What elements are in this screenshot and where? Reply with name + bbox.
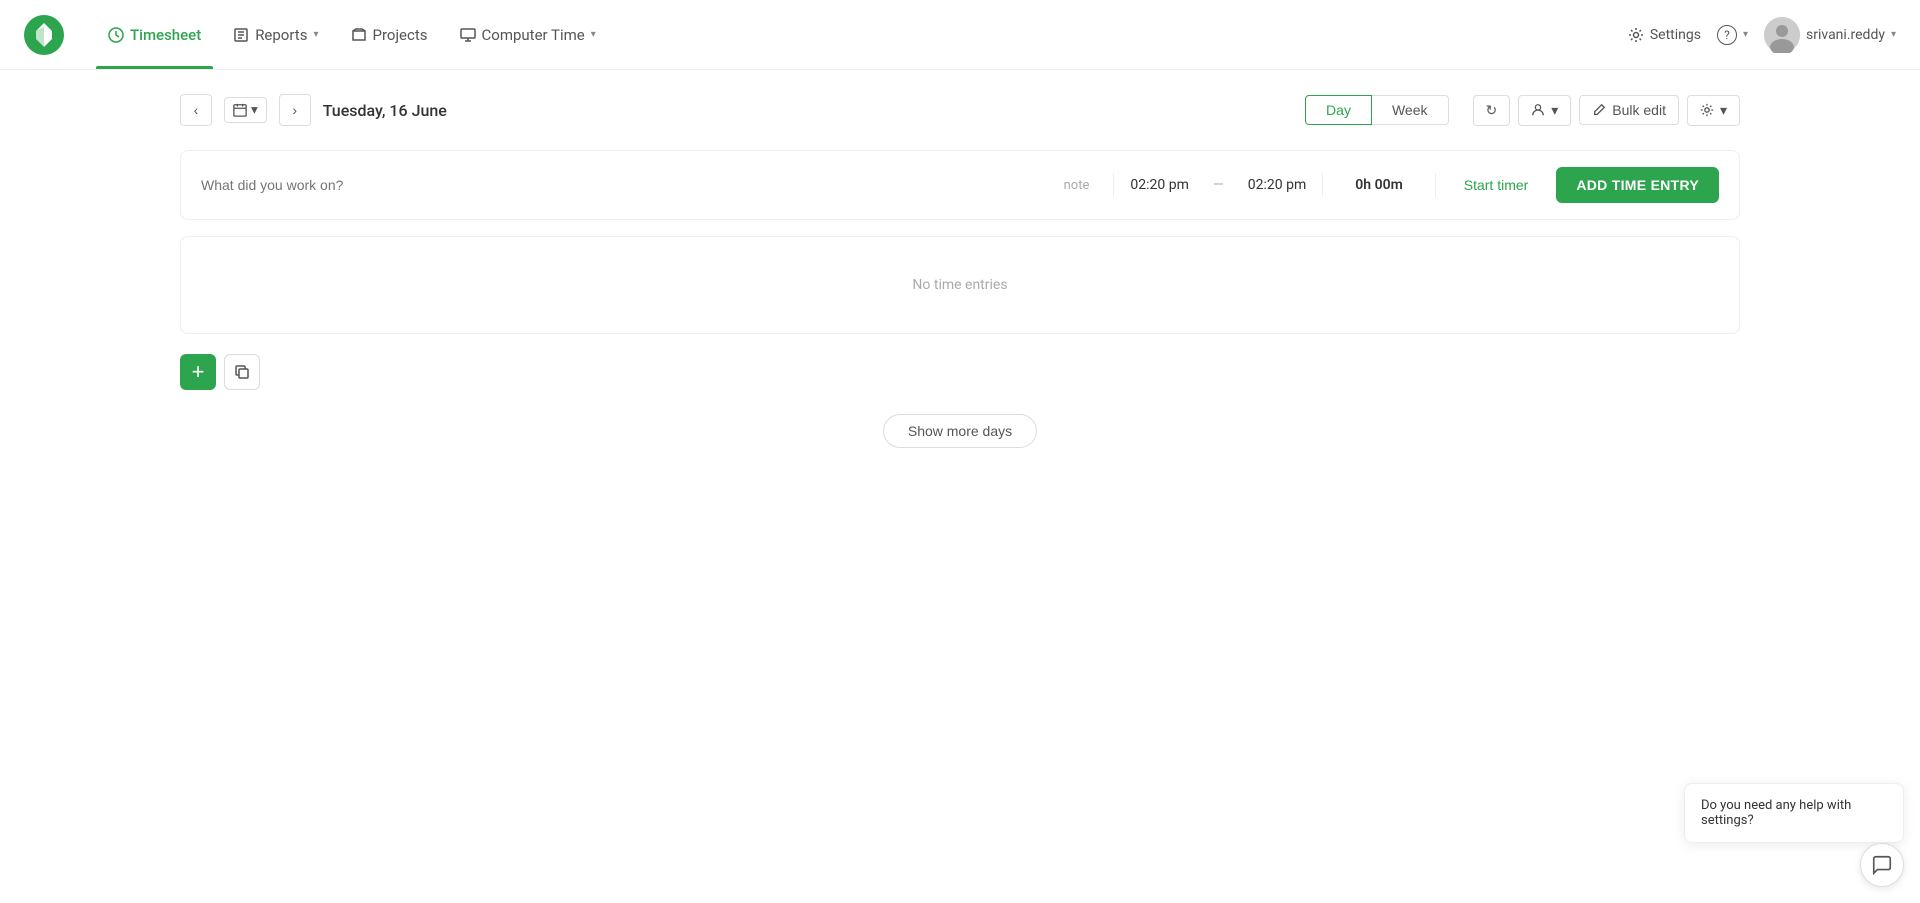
- calendar-icon: [233, 103, 247, 117]
- edit-icon: [1592, 103, 1606, 117]
- plus-icon: +: [192, 359, 205, 385]
- logo[interactable]: [24, 15, 64, 55]
- main-nav: Timesheet Reports ▾ Projects Computer Ti…: [0, 0, 1920, 70]
- help-icon: ?: [1717, 25, 1737, 45]
- clock-icon: [108, 27, 124, 43]
- nav-reports-label: Reports: [255, 26, 307, 44]
- no-entries-box: No time entries: [180, 236, 1740, 334]
- reports-chevron: ▾: [313, 29, 318, 40]
- nav-timesheet[interactable]: Timesheet: [96, 0, 213, 69]
- nav-timesheet-label: Timesheet: [130, 26, 201, 44]
- bulk-edit-button[interactable]: Bulk edit: [1579, 95, 1679, 125]
- time-separator: —: [1213, 177, 1224, 193]
- username-label: srivani.reddy: [1806, 27, 1885, 43]
- gear-icon: [1628, 27, 1644, 43]
- person-chevron: ▾: [1551, 102, 1558, 119]
- avatar: [1764, 17, 1800, 53]
- gear-small-icon: [1700, 103, 1714, 117]
- copy-button[interactable]: [224, 354, 260, 390]
- person-filter-button[interactable]: ▾: [1518, 95, 1571, 126]
- day-view-button[interactable]: Day: [1305, 95, 1372, 125]
- user-menu-item[interactable]: srivani.reddy ▾: [1764, 17, 1896, 53]
- person-icon: [1531, 103, 1545, 117]
- chat-bubble-text: Do you need any help with settings?: [1701, 798, 1851, 828]
- start-timer-button[interactable]: Start timer: [1452, 171, 1541, 199]
- divider-2: [1322, 173, 1323, 197]
- refresh-button[interactable]: ↻: [1473, 95, 1511, 126]
- divider-1: [1113, 173, 1114, 197]
- divider-3: [1435, 173, 1436, 197]
- refresh-icon: ↻: [1486, 102, 1498, 119]
- settings-gear-button[interactable]: ▾: [1687, 95, 1740, 126]
- toolbar-buttons: ↻ ▾ Bulk edit ▾: [1473, 95, 1741, 126]
- nav-computer-time[interactable]: Computer Time ▾: [448, 0, 608, 69]
- help-menu-item[interactable]: ? ▾: [1717, 25, 1748, 45]
- computer-time-chevron: ▾: [591, 29, 596, 40]
- prev-day-button[interactable]: ‹: [180, 94, 212, 126]
- user-chevron: ▾: [1891, 29, 1896, 40]
- action-buttons: +: [180, 354, 1740, 390]
- time-entry-input-row: note 02:20 pm — 02:20 pm 0h 00m Start ti…: [180, 150, 1740, 220]
- note-label: note: [1064, 178, 1090, 193]
- settings-chevron: ▾: [1720, 102, 1727, 119]
- chat-button[interactable]: [1860, 843, 1904, 887]
- end-time-value[interactable]: 02:20 pm: [1248, 177, 1306, 193]
- nav-items: Timesheet Reports ▾ Projects Computer Ti…: [96, 0, 608, 69]
- settings-menu-item[interactable]: Settings: [1628, 27, 1701, 43]
- nav-reports[interactable]: Reports ▾: [221, 0, 330, 69]
- view-toggle: Day Week: [1305, 95, 1448, 125]
- chat-help-bubble: Do you need any help with settings?: [1684, 783, 1904, 843]
- nav-right: Settings ? ▾ srivani.reddy ▾: [1628, 17, 1896, 53]
- bulk-edit-label: Bulk edit: [1612, 102, 1666, 118]
- add-entry-plus-button[interactable]: +: [180, 354, 216, 390]
- calendar-chevron: ▾: [251, 102, 258, 118]
- week-view-button[interactable]: Week: [1372, 95, 1449, 125]
- current-date-label: Tuesday, 16 June: [323, 101, 1293, 120]
- calendar-picker-button[interactable]: ▾: [224, 97, 267, 123]
- work-description-input[interactable]: [201, 177, 1048, 193]
- start-time-value[interactable]: 02:20 pm: [1130, 177, 1188, 193]
- computer-icon: [460, 27, 476, 43]
- help-chevron: ▾: [1743, 29, 1748, 40]
- nav-computer-time-label: Computer Time: [482, 26, 585, 44]
- projects-icon: [351, 27, 367, 43]
- show-more-days-button[interactable]: Show more days: [883, 414, 1037, 448]
- nav-projects-label: Projects: [373, 26, 428, 44]
- duration-value[interactable]: 0h 00m: [1355, 177, 1402, 193]
- main-content: ‹ ▾ › Tuesday, 16 June Day Week ↻ ▾: [0, 70, 1920, 472]
- date-bar: ‹ ▾ › Tuesday, 16 June Day Week ↻ ▾: [180, 94, 1740, 126]
- settings-label: Settings: [1650, 27, 1701, 43]
- no-entries-label: No time entries: [912, 277, 1007, 293]
- add-time-entry-button[interactable]: ADD TIME ENTRY: [1556, 167, 1719, 203]
- show-more-section: Show more days: [180, 414, 1740, 448]
- copy-icon: [234, 364, 250, 380]
- nav-projects[interactable]: Projects: [339, 0, 440, 69]
- chat-icon: [1871, 854, 1893, 876]
- reports-icon: [233, 27, 249, 43]
- next-day-button[interactable]: ›: [279, 94, 311, 126]
